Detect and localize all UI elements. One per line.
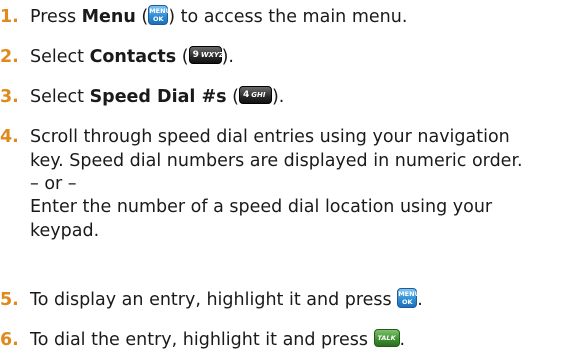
step-text: Press Menu (MENU OK) to access the main m… xyxy=(30,5,583,29)
step-text-post: ) to access the main menu. xyxy=(168,7,408,27)
9-wxyz-key-icon: 9 WXYZ xyxy=(188,46,224,64)
step-text-mid: ( xyxy=(226,87,239,107)
menu-label: Menu xyxy=(81,7,136,27)
step-text: To display an entry, highlight it and pr… xyxy=(30,288,583,312)
step-text-pre: To dial the entry, highlight it and pres… xyxy=(30,330,374,350)
menu-ok-key-icon: MENU OK xyxy=(397,288,420,308)
step-text-pre: Select xyxy=(30,87,90,107)
or-separator: – or – xyxy=(30,174,77,194)
step-number: 5. xyxy=(0,290,19,310)
step-text: Scroll through speed dial entries using … xyxy=(30,125,583,243)
step-text-pre: Press xyxy=(30,7,82,27)
step-line: key. Speed dial numbers are displayed in… xyxy=(30,151,523,171)
step-text-pre: To display an entry, highlight it and pr… xyxy=(30,290,398,310)
step-number: 6. xyxy=(0,330,19,350)
speed-dial-label: Speed Dial #s xyxy=(89,87,227,107)
menu-ok-key-icon: MENU OK xyxy=(148,5,171,25)
step-number: 3. xyxy=(0,87,19,107)
step-text: Select Contacts (9 WXYZ). xyxy=(30,45,583,69)
step-line: Enter the number of a speed dial locatio… xyxy=(30,197,493,217)
step-text-pre: Select xyxy=(30,47,90,67)
4-ghi-key-icon: 4 GHI xyxy=(238,86,272,104)
contacts-label: Contacts xyxy=(89,47,177,67)
step-number: 1. xyxy=(0,7,19,27)
step-number: 2. xyxy=(0,47,19,67)
step-text-post: . xyxy=(399,330,406,350)
step-text: Select Speed Dial #s (4 GHI). xyxy=(30,85,583,109)
step-line: keypad. xyxy=(30,221,100,241)
step-text-mid: ( xyxy=(176,47,189,67)
talk-key-icon: TALK xyxy=(373,329,400,347)
step-line: Scroll through speed dial entries using … xyxy=(30,127,510,147)
step-number: 4. xyxy=(0,127,19,147)
step-text-mid: ( xyxy=(135,7,149,27)
step-text: To dial the entry, highlight it and pres… xyxy=(30,328,583,352)
step-text-post: ). xyxy=(271,87,285,107)
